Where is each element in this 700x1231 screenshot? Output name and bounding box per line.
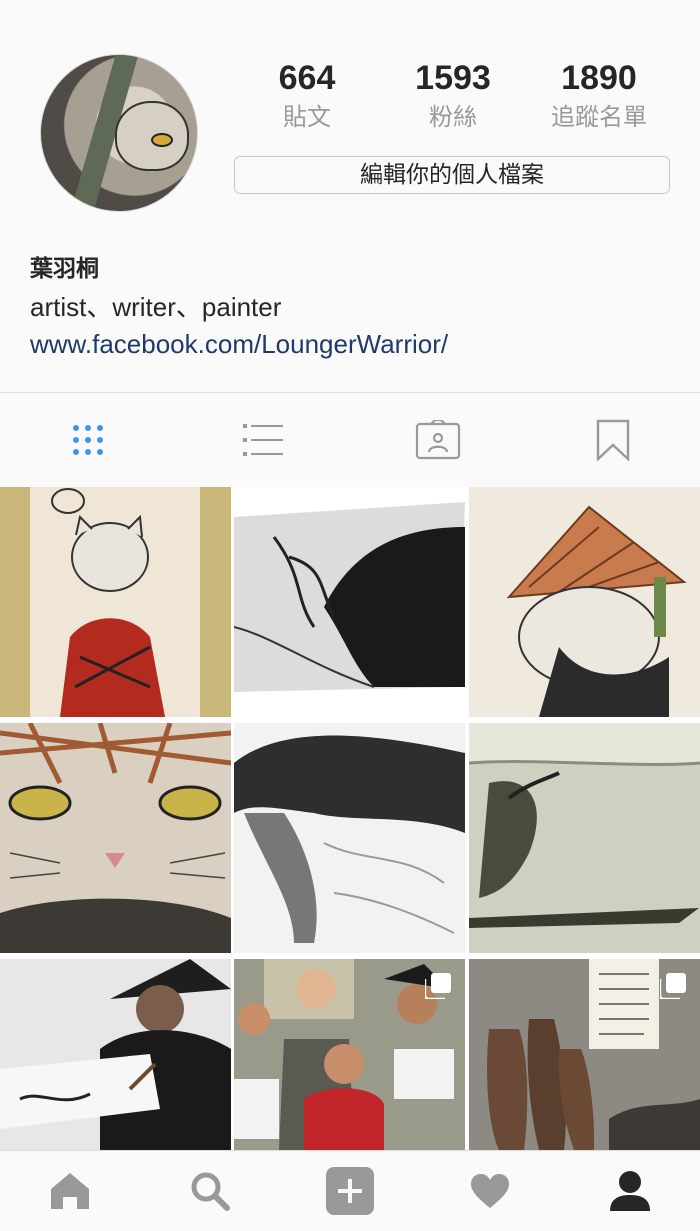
avatar-cat-eye: [151, 133, 173, 147]
post-image: [234, 723, 465, 953]
tagged-photos-icon: [415, 420, 460, 460]
avatar[interactable]: [40, 54, 198, 212]
profile-header: 664 貼文 1593 粉絲 1890 追蹤名單 編輯你的個人檔案 葉羽桐 ar…: [0, 0, 700, 392]
multiple-photos-icon: [425, 973, 451, 999]
nav-add-post[interactable]: [280, 1151, 420, 1231]
tab-tagged[interactable]: [350, 393, 525, 487]
posts-count: 664: [278, 59, 336, 97]
profile-icon: [610, 1171, 650, 1211]
add-post-icon: [326, 1167, 374, 1215]
activity-icon: [471, 1174, 509, 1208]
bookmark-icon: [596, 419, 629, 461]
nav-activity[interactable]: [420, 1151, 560, 1231]
nav-profile[interactable]: [560, 1151, 700, 1231]
post-thumbnail[interactable]: [234, 723, 465, 953]
tab-saved[interactable]: [525, 393, 700, 487]
post-thumbnail[interactable]: [0, 487, 231, 717]
multiple-photos-icon: [660, 973, 686, 999]
followers-count: 1593: [415, 59, 491, 97]
followers-stat[interactable]: 1593 粉絲: [383, 58, 523, 134]
post-thumbnail[interactable]: [469, 723, 700, 953]
post-thumbnail[interactable]: [469, 487, 700, 717]
profile-link[interactable]: www.facebook.com/LoungerWarrior/: [30, 327, 448, 361]
profile-tabs: [0, 392, 700, 488]
search-icon: [191, 1172, 230, 1211]
post-image: [234, 487, 465, 717]
profile-bio: artist、writer、painter: [30, 292, 282, 322]
tab-grid[interactable]: [0, 393, 175, 487]
post-thumbnail[interactable]: [0, 723, 231, 953]
posts-stat[interactable]: 664 貼文: [237, 58, 377, 134]
tab-list[interactable]: [175, 393, 350, 487]
list-icon: [242, 424, 283, 456]
following-stat[interactable]: 1890 追蹤名單: [529, 58, 669, 134]
posts-label: 貼文: [283, 103, 331, 131]
post-image: [469, 487, 700, 717]
posts-grid: [0, 487, 700, 1189]
profile-name: 葉羽桐: [30, 256, 99, 282]
following-count: 1890: [561, 59, 637, 97]
home-icon: [51, 1173, 89, 1209]
followers-label: 粉絲: [429, 103, 477, 131]
bottom-nav: [0, 1150, 700, 1231]
post-image: [0, 487, 231, 717]
post-image: [0, 959, 231, 1150]
nav-search[interactable]: [140, 1151, 280, 1231]
nav-home[interactable]: [0, 1151, 140, 1231]
post-image: [469, 723, 700, 953]
grid-icon: [72, 425, 103, 455]
edit-profile-button[interactable]: 編輯你的個人檔案: [234, 156, 670, 194]
following-label: 追蹤名單: [551, 103, 647, 131]
post-thumbnail[interactable]: [234, 487, 465, 717]
post-image: [0, 723, 231, 953]
